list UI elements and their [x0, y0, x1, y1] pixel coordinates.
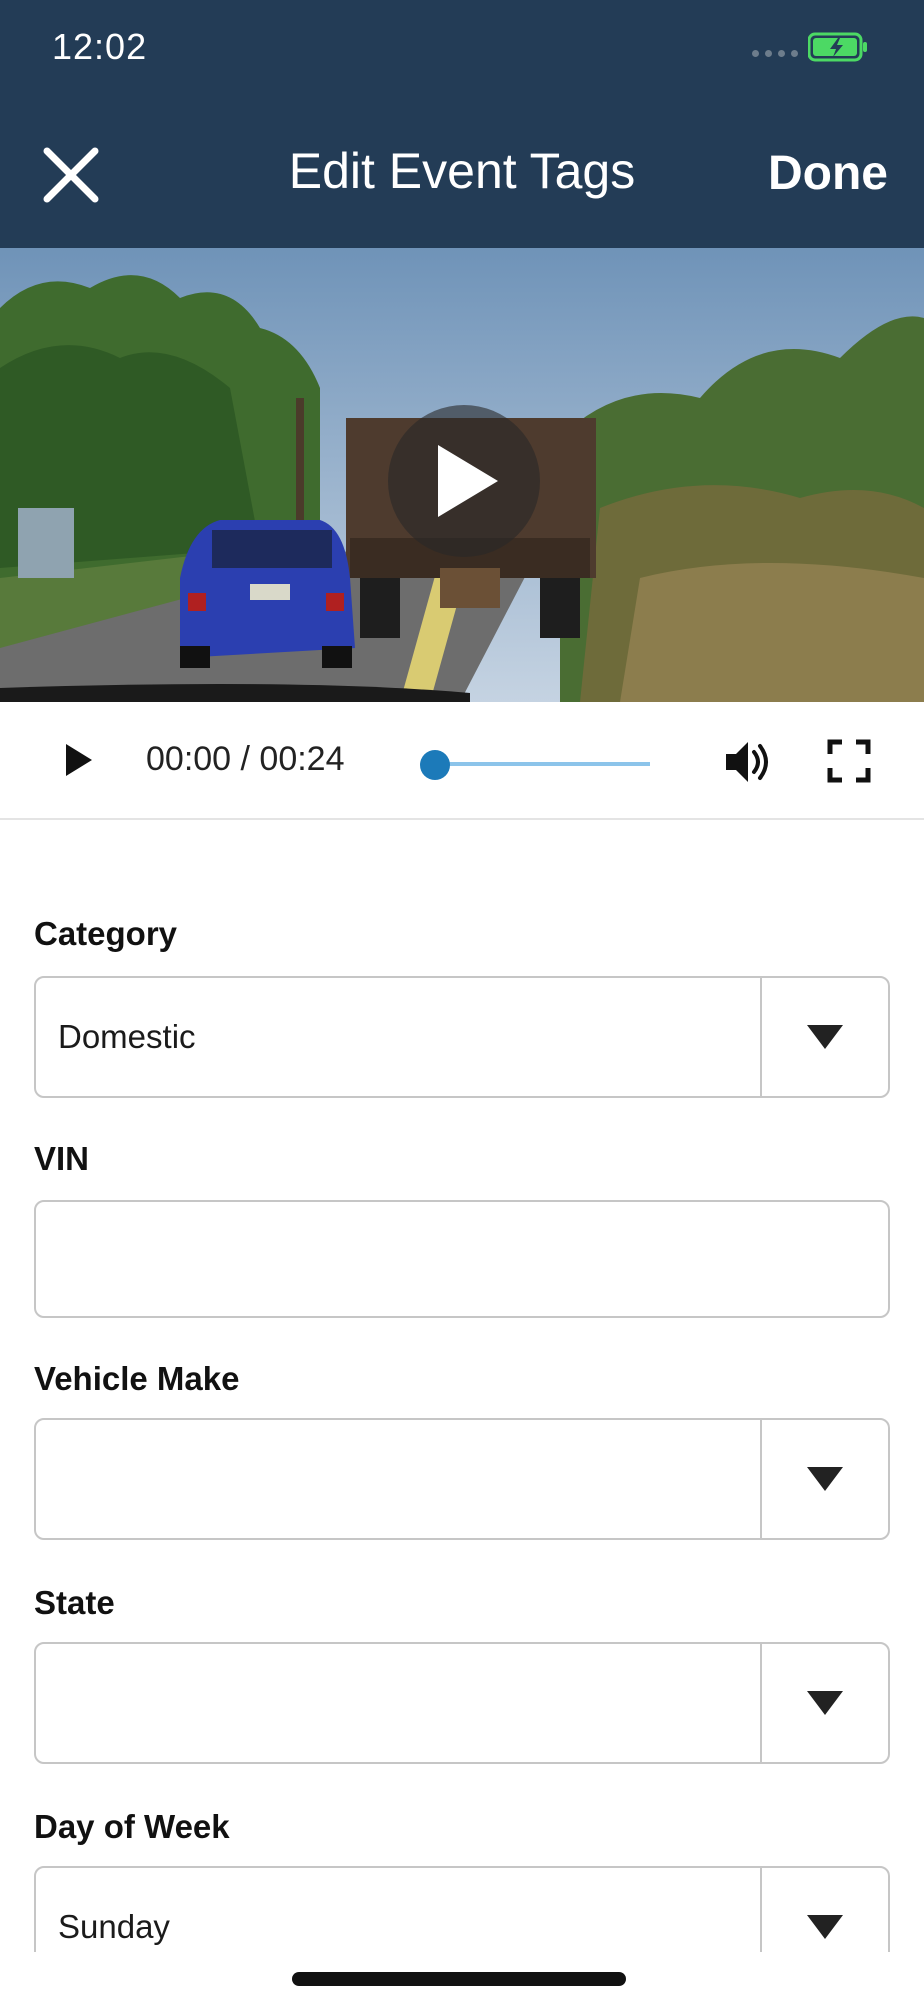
play-icon — [438, 445, 498, 517]
volume-button[interactable] — [722, 736, 774, 788]
video-controls: 00:00 / 00:24 — [0, 702, 924, 820]
time-display: 00:00 / 00:24 — [146, 740, 345, 778]
state-label: State — [34, 1584, 115, 1621]
chevron-down-icon — [807, 1691, 843, 1715]
status-time: 12:02 — [52, 26, 148, 67]
category-label: Category — [34, 915, 178, 952]
state-dropdown-button[interactable] — [760, 1644, 888, 1762]
seek-thumb[interactable] — [420, 750, 450, 780]
signal-icon — [752, 50, 798, 57]
play-button[interactable] — [58, 740, 98, 780]
video-preview[interactable] — [0, 248, 924, 702]
battery-icon — [808, 32, 867, 62]
vehicle-make-label: Vehicle Make — [34, 1360, 240, 1397]
day-of-week-label: Day of Week — [34, 1808, 230, 1845]
category-dropdown-button[interactable] — [760, 978, 888, 1096]
vin-field[interactable] — [34, 1200, 890, 1318]
seek-track[interactable] — [432, 762, 650, 766]
chevron-down-icon — [807, 1467, 843, 1491]
state-select[interactable] — [34, 1642, 890, 1764]
vehicle-make-select[interactable] — [34, 1418, 890, 1540]
done-button[interactable]: Done — [768, 146, 888, 201]
chevron-down-icon — [807, 1915, 843, 1939]
fullscreen-button[interactable] — [826, 738, 872, 784]
category-value: Domestic — [58, 1018, 196, 1055]
app-header: 12:02 Edit Event Tags Done — [0, 0, 924, 248]
video-play-overlay-button[interactable] — [388, 405, 540, 557]
vehicle-make-dropdown-button[interactable] — [760, 1420, 888, 1538]
home-indicator[interactable] — [292, 1972, 626, 1986]
chevron-down-icon — [807, 1025, 843, 1049]
vin-label: VIN — [34, 1140, 90, 1177]
category-select[interactable]: Domestic — [34, 976, 890, 1098]
